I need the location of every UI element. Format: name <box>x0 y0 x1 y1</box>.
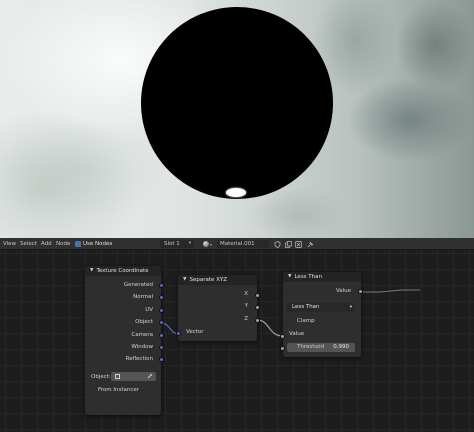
socket-object[interactable] <box>159 320 164 325</box>
collapse-triangle-icon[interactable]: ▼ <box>90 266 93 276</box>
duplicate-icon[interactable] <box>284 240 292 248</box>
socket-threshold-input[interactable] <box>280 346 285 351</box>
background-blur <box>395 0 474 90</box>
node-editor-header: View Select Add Node Use Nodes Slot 1 ▾ … <box>0 238 474 250</box>
menu-view[interactable]: View <box>3 240 16 248</box>
output-value-label: Value <box>335 288 351 294</box>
output-x: X <box>244 291 248 297</box>
slot-dropdown[interactable]: Slot 1 ▾ <box>160 240 194 248</box>
from-instancer-label: From Instancer <box>98 387 140 393</box>
clamp-label: Clamp <box>297 318 315 324</box>
output-camera: Camera <box>131 332 153 338</box>
socket-window[interactable] <box>159 345 164 350</box>
sphere-specular-highlight <box>226 188 246 197</box>
menu-add[interactable]: Add <box>41 240 52 248</box>
input-value-label: Value <box>289 331 305 337</box>
socket-vector-input[interactable] <box>176 331 181 336</box>
input-vector-label: Vector <box>186 329 204 335</box>
threshold-value: 0.990 <box>333 344 349 350</box>
menu-node[interactable]: Node <box>56 240 70 248</box>
output-window: Window <box>131 344 153 350</box>
operation-dropdown[interactable]: Less Than ▾ <box>287 303 355 312</box>
collapse-triangle-icon[interactable]: ▼ <box>288 272 291 282</box>
object-picker-field[interactable] <box>111 372 156 381</box>
clamp-checkbox[interactable] <box>288 319 294 325</box>
checkbox-checked-icon[interactable] <box>75 241 81 247</box>
material-name-field[interactable]: Material.001 <box>217 240 269 248</box>
output-z: Z <box>244 316 248 322</box>
preview-sphere <box>141 7 333 199</box>
output-reflection: Reflection <box>125 356 153 362</box>
menu-select[interactable]: Select <box>20 240 37 248</box>
socket-value-output[interactable] <box>358 289 363 294</box>
socket-value-input[interactable] <box>280 334 285 339</box>
render-preview[interactable] <box>0 0 474 238</box>
output-object: Object <box>135 319 153 325</box>
object-cube-icon <box>115 374 120 379</box>
node-header[interactable]: ▼ Texture Coordinate <box>85 266 161 276</box>
link-z-to-value <box>256 319 284 337</box>
less-than-node[interactable]: ▼ Less Than Value Less Than ▾ Clamp Valu… <box>283 272 361 357</box>
threshold-label: Threshold <box>297 344 325 350</box>
socket-camera[interactable] <box>159 333 164 338</box>
shield-icon[interactable] <box>273 240 281 248</box>
node-title: Less Than <box>294 274 323 280</box>
chevron-down-icon: ▾ <box>349 305 352 310</box>
output-generated: Generated <box>123 282 153 288</box>
threshold-field[interactable]: Threshold 0.990 <box>287 343 355 352</box>
socket-normal[interactable] <box>159 295 164 300</box>
chevron-down-icon: ▾ <box>188 241 191 246</box>
close-icon[interactable] <box>294 240 302 248</box>
browse-material-button[interactable]: ▾ <box>203 240 215 248</box>
output-y: Y <box>244 303 248 309</box>
from-instancer-checkbox[interactable] <box>91 388 97 394</box>
operation-value: Less Than <box>292 304 320 310</box>
node-header[interactable]: ▼ Less Than <box>283 272 361 282</box>
socket-reflection[interactable] <box>159 357 164 362</box>
pin-icon[interactable] <box>306 240 314 248</box>
socket-uv[interactable] <box>159 308 164 313</box>
use-nodes-label: Use Nodes <box>83 241 113 247</box>
slot-value: Slot 1 <box>164 241 180 247</box>
chevron-down-icon: ▾ <box>210 241 213 247</box>
node-header[interactable]: ▼ Separate XYZ <box>178 275 257 285</box>
node-title: Texture Coordinate <box>96 268 149 274</box>
output-normal: Normal <box>133 294 153 300</box>
output-uv: UV <box>145 307 153 313</box>
node-title: Separate XYZ <box>189 277 228 283</box>
background-blur <box>0 110 140 238</box>
socket-z[interactable] <box>255 318 260 323</box>
node-editor-canvas[interactable]: ▼ Texture Coordinate Generated Normal UV… <box>0 250 474 432</box>
texture-coordinate-node[interactable]: ▼ Texture Coordinate Generated Normal UV… <box>85 266 161 415</box>
link-value-output <box>360 289 420 293</box>
use-nodes-toggle[interactable]: Use Nodes <box>75 240 112 248</box>
eyedropper-icon[interactable] <box>147 373 153 382</box>
socket-y[interactable] <box>255 305 260 310</box>
socket-x[interactable] <box>255 293 260 298</box>
object-label: Object: <box>91 374 111 380</box>
material-sphere-icon <box>203 241 209 247</box>
separate-xyz-node[interactable]: ▼ Separate XYZ X Y Z Vector <box>178 275 257 341</box>
collapse-triangle-icon[interactable]: ▼ <box>183 275 186 285</box>
socket-generated[interactable] <box>159 283 164 288</box>
